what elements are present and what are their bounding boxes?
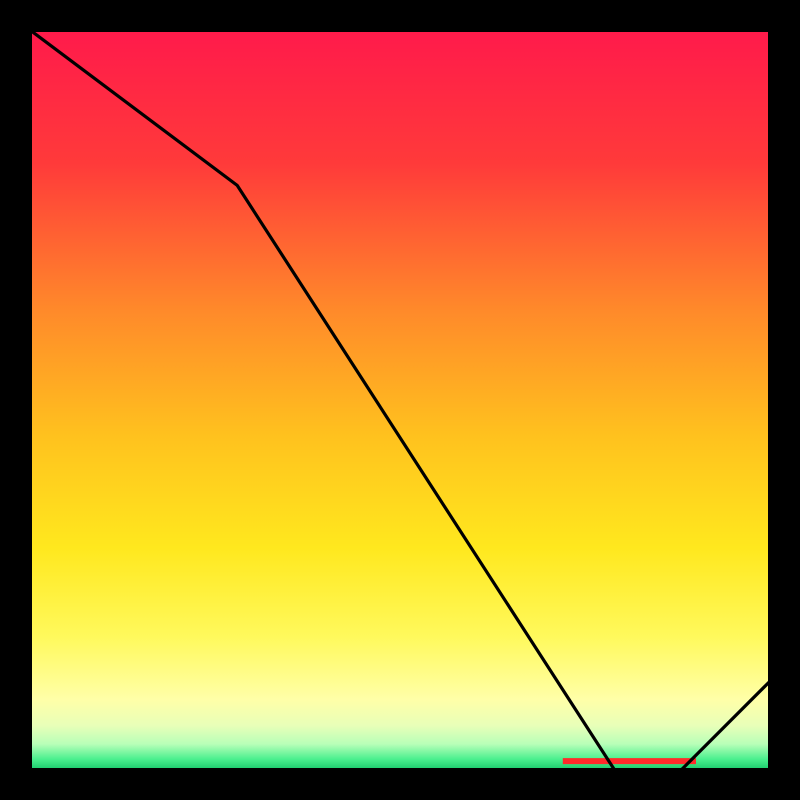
bottleneck-chart: [0, 0, 800, 800]
chart-stage: { "attribution": "TheBottleneck.com", "c…: [0, 0, 800, 800]
plot-area: [30, 30, 770, 770]
optimal-region-marker: [563, 758, 696, 764]
